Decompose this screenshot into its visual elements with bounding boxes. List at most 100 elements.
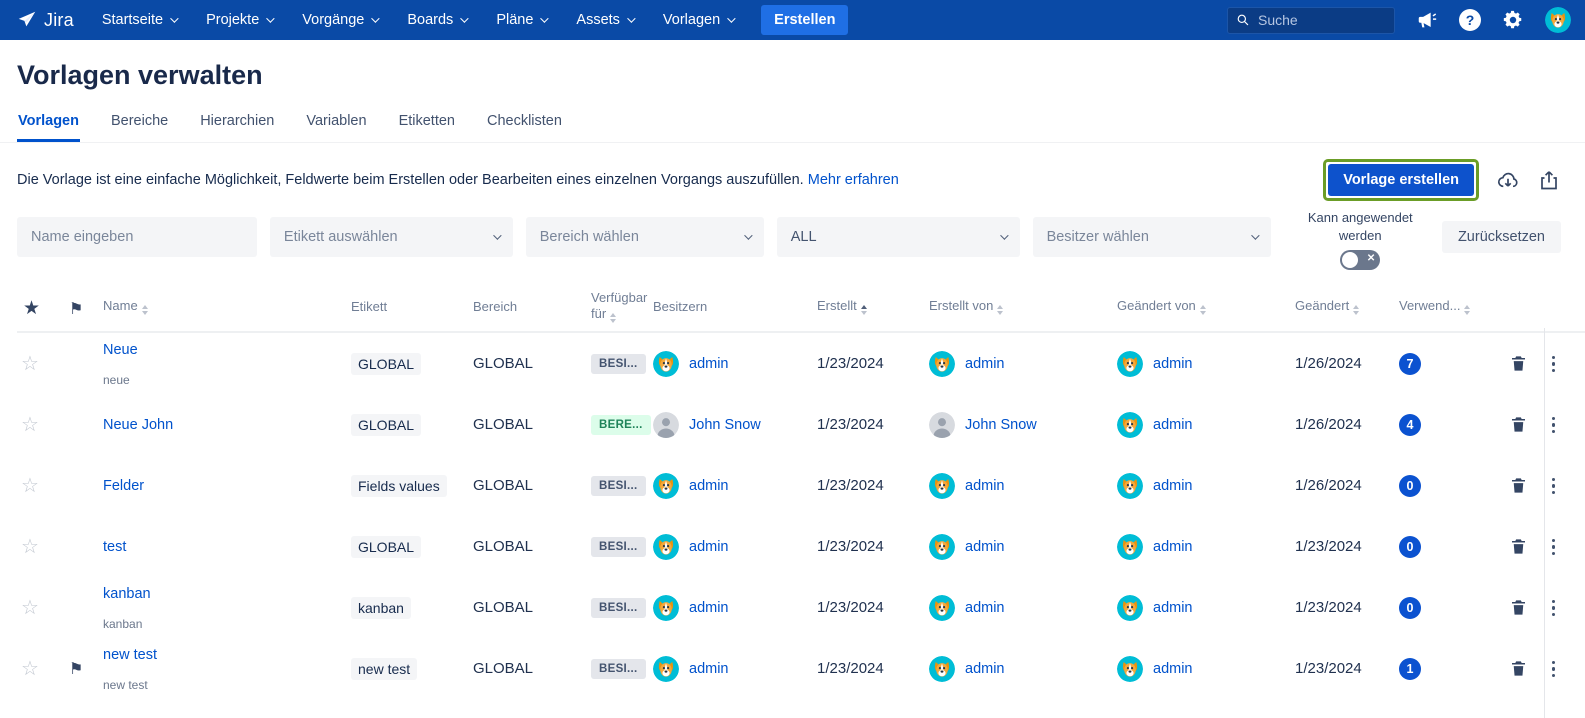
export-icon[interactable] bbox=[1537, 168, 1561, 192]
usage-count-badge[interactable]: 0 bbox=[1399, 536, 1421, 558]
column-header-verfuegbar-fuer[interactable]: Verfügbar für bbox=[583, 286, 645, 331]
owner-link[interactable]: admin bbox=[689, 539, 729, 555]
delete-trash-icon[interactable] bbox=[1509, 415, 1528, 434]
more-actions-kebab-icon[interactable] bbox=[1550, 537, 1558, 558]
more-actions-kebab-icon[interactable] bbox=[1550, 354, 1558, 375]
owner-link[interactable]: admin bbox=[689, 661, 729, 677]
usage-count-badge[interactable]: 0 bbox=[1399, 597, 1421, 619]
more-actions-kebab-icon[interactable] bbox=[1550, 598, 1558, 619]
modified-by-link[interactable]: admin bbox=[1153, 661, 1193, 677]
favorite-star-icon[interactable]: ☆ bbox=[17, 595, 61, 620]
announcements-megaphone-icon[interactable] bbox=[1415, 8, 1439, 32]
owner-filter-select[interactable]: Besitzer wählen bbox=[1033, 217, 1271, 257]
delete-trash-icon[interactable] bbox=[1509, 598, 1528, 617]
tab-vorlagen[interactable]: Vorlagen bbox=[17, 113, 80, 142]
search-box[interactable] bbox=[1227, 7, 1395, 34]
tab-bereiche[interactable]: Bereiche bbox=[110, 113, 169, 142]
created-by-link[interactable]: admin bbox=[965, 661, 1005, 677]
favorite-star-icon[interactable]: ☆ bbox=[17, 412, 61, 437]
created-by-link[interactable]: admin bbox=[965, 539, 1005, 555]
reset-filters-button[interactable]: Zurücksetzen bbox=[1442, 221, 1561, 253]
create-template-button[interactable]: Vorlage erstellen bbox=[1328, 164, 1474, 196]
create-template-highlight: Vorlage erstellen bbox=[1323, 159, 1479, 201]
column-header-erstellt-von[interactable]: Erstellt von bbox=[921, 294, 1109, 323]
search-input[interactable] bbox=[1258, 12, 1386, 28]
favorite-star-icon[interactable]: ☆ bbox=[17, 473, 61, 498]
type-filter-select[interactable]: ALL bbox=[777, 217, 1020, 257]
favorite-star-icon[interactable]: ☆ bbox=[17, 656, 61, 681]
template-name-link[interactable]: new test bbox=[103, 647, 157, 663]
delete-trash-icon[interactable] bbox=[1509, 354, 1528, 373]
nav-item-startseite[interactable]: Startseite bbox=[102, 12, 176, 28]
column-label: Bereich bbox=[473, 299, 517, 314]
settings-gear-icon[interactable] bbox=[1501, 8, 1525, 32]
nav-item-assets[interactable]: Assets bbox=[576, 12, 633, 28]
nav-item-vorgaenge[interactable]: Vorgänge bbox=[302, 12, 377, 28]
usage-count-badge[interactable]: 7 bbox=[1399, 353, 1421, 375]
column-header-erstellt[interactable]: Erstellt bbox=[809, 294, 921, 323]
learn-more-link[interactable]: Mehr erfahren bbox=[808, 172, 899, 188]
delete-trash-icon[interactable] bbox=[1509, 659, 1528, 678]
more-actions-kebab-icon[interactable] bbox=[1550, 476, 1558, 497]
name-filter-input[interactable] bbox=[31, 229, 243, 245]
column-header-etikett[interactable]: Etikett bbox=[343, 295, 465, 323]
tab-hierarchien[interactable]: Hierarchien bbox=[199, 113, 275, 142]
owner-link[interactable]: admin bbox=[689, 478, 729, 494]
template-name-link[interactable]: test bbox=[103, 539, 126, 555]
more-actions-kebab-icon[interactable] bbox=[1550, 415, 1558, 436]
user-avatar[interactable] bbox=[1545, 7, 1571, 33]
template-name-link[interactable]: Felder bbox=[103, 478, 144, 494]
usage-count-badge[interactable]: 0 bbox=[1399, 475, 1421, 497]
favorite-column-star-icon[interactable]: ★ bbox=[17, 297, 61, 320]
more-actions-kebab-icon[interactable] bbox=[1550, 659, 1558, 680]
template-name-link[interactable]: Neue bbox=[103, 342, 138, 358]
owner-link[interactable]: admin bbox=[689, 356, 729, 372]
flagged-flag-icon[interactable]: ⚑ bbox=[61, 659, 95, 679]
modified-by-link[interactable]: admin bbox=[1153, 478, 1193, 494]
nav-item-plaene[interactable]: Pläne bbox=[496, 12, 546, 28]
import-cloud-download-icon[interactable] bbox=[1496, 168, 1520, 192]
created-by-link[interactable]: admin bbox=[965, 356, 1005, 372]
owner-link[interactable]: John Snow bbox=[689, 417, 761, 433]
nav-item-boards[interactable]: Boards bbox=[407, 12, 466, 28]
delete-trash-icon[interactable] bbox=[1509, 537, 1528, 556]
template-subtitle: neue bbox=[103, 373, 335, 387]
tab-checklisten[interactable]: Checklisten bbox=[486, 113, 563, 142]
favorite-star-icon[interactable]: ☆ bbox=[17, 351, 61, 376]
favorite-star-icon[interactable]: ☆ bbox=[17, 534, 61, 559]
column-header-besitzern[interactable]: Besitzern bbox=[645, 295, 809, 323]
created-by-link[interactable]: admin bbox=[965, 600, 1005, 616]
template-name-link[interactable]: Neue John bbox=[103, 417, 173, 433]
jira-logo[interactable]: Jira bbox=[16, 9, 74, 31]
flag-column-flag-icon[interactable]: ⚑ bbox=[61, 299, 95, 319]
usage-count-badge[interactable]: 4 bbox=[1399, 414, 1421, 436]
tab-etiketten[interactable]: Etiketten bbox=[398, 113, 456, 142]
modified-by-link[interactable]: admin bbox=[1153, 600, 1193, 616]
table-scrollbar[interactable] bbox=[1544, 328, 1545, 718]
nav-item-projekte[interactable]: Projekte bbox=[206, 12, 272, 28]
area-filter-select[interactable]: Bereich wählen bbox=[526, 217, 764, 257]
modified-by-link[interactable]: admin bbox=[1153, 417, 1193, 433]
modified-by-link[interactable]: admin bbox=[1153, 356, 1193, 372]
column-header-geaendert-von[interactable]: Geändert von bbox=[1109, 294, 1287, 323]
nav-item-vorlagen[interactable]: Vorlagen bbox=[663, 12, 733, 28]
can-apply-toggle[interactable]: ✕ bbox=[1340, 250, 1380, 270]
label-filter-select[interactable]: Etikett auswählen bbox=[270, 217, 513, 257]
chevron-down-icon bbox=[460, 14, 468, 22]
modified-by-link[interactable]: admin bbox=[1153, 539, 1193, 555]
column-header-name[interactable]: Name bbox=[95, 294, 343, 323]
templates-table: ★ ⚑ Name Etikett Bereich Verfügbar für B… bbox=[0, 282, 1585, 699]
column-label: Besitzern bbox=[653, 299, 707, 314]
delete-trash-icon[interactable] bbox=[1509, 476, 1528, 495]
column-header-verwendet[interactable]: Verwend... bbox=[1391, 294, 1483, 323]
template-name-link[interactable]: kanban bbox=[103, 586, 151, 602]
created-by-link[interactable]: John Snow bbox=[965, 417, 1037, 433]
help-icon[interactable]: ? bbox=[1459, 9, 1481, 31]
created-by-link[interactable]: admin bbox=[965, 478, 1005, 494]
usage-count-badge[interactable]: 1 bbox=[1399, 658, 1421, 680]
column-header-geaendert[interactable]: Geändert bbox=[1287, 294, 1391, 323]
create-button[interactable]: Erstellen bbox=[761, 5, 848, 35]
column-header-bereich[interactable]: Bereich bbox=[465, 295, 583, 323]
owner-link[interactable]: admin bbox=[689, 600, 729, 616]
tab-variablen[interactable]: Variablen bbox=[305, 113, 367, 142]
